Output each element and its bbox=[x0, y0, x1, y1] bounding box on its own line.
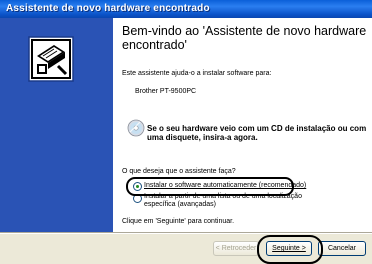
device-name: Brother PT-9500PC bbox=[135, 88, 197, 95]
cd-prompt: Se o seu hardware veio com um CD de inst… bbox=[147, 124, 367, 142]
wizard-heading: Bem-vindo ao 'Assistente de novo hardwar… bbox=[122, 24, 367, 52]
back-button[interactable]: < Retroceder bbox=[213, 241, 259, 256]
divider-highlight bbox=[0, 233, 372, 234]
hardware-wizard-icon bbox=[28, 36, 74, 82]
intro-text: Este assistente ajuda-o a instalar softw… bbox=[122, 70, 272, 77]
question-text: O que deseja que o assistente faça? bbox=[122, 168, 236, 175]
wizard-content: Bem-vindo ao 'Assistente de novo hardwar… bbox=[113, 18, 372, 232]
continue-hint: Clique em 'Seguinte' para continuar. bbox=[122, 218, 235, 225]
wizard-window: Assistente de novo hardware encontrado B… bbox=[0, 0, 372, 264]
wizard-sidebar bbox=[0, 18, 113, 232]
cancel-button[interactable]: Cancelar bbox=[318, 241, 366, 256]
cd-icon bbox=[127, 119, 145, 137]
next-highlight-circle bbox=[257, 235, 323, 264]
option-highlight-circle bbox=[126, 177, 294, 196]
title-bar[interactable]: Assistente de novo hardware encontrado bbox=[0, 0, 372, 18]
window-title: Assistente de novo hardware encontrado bbox=[6, 3, 210, 14]
